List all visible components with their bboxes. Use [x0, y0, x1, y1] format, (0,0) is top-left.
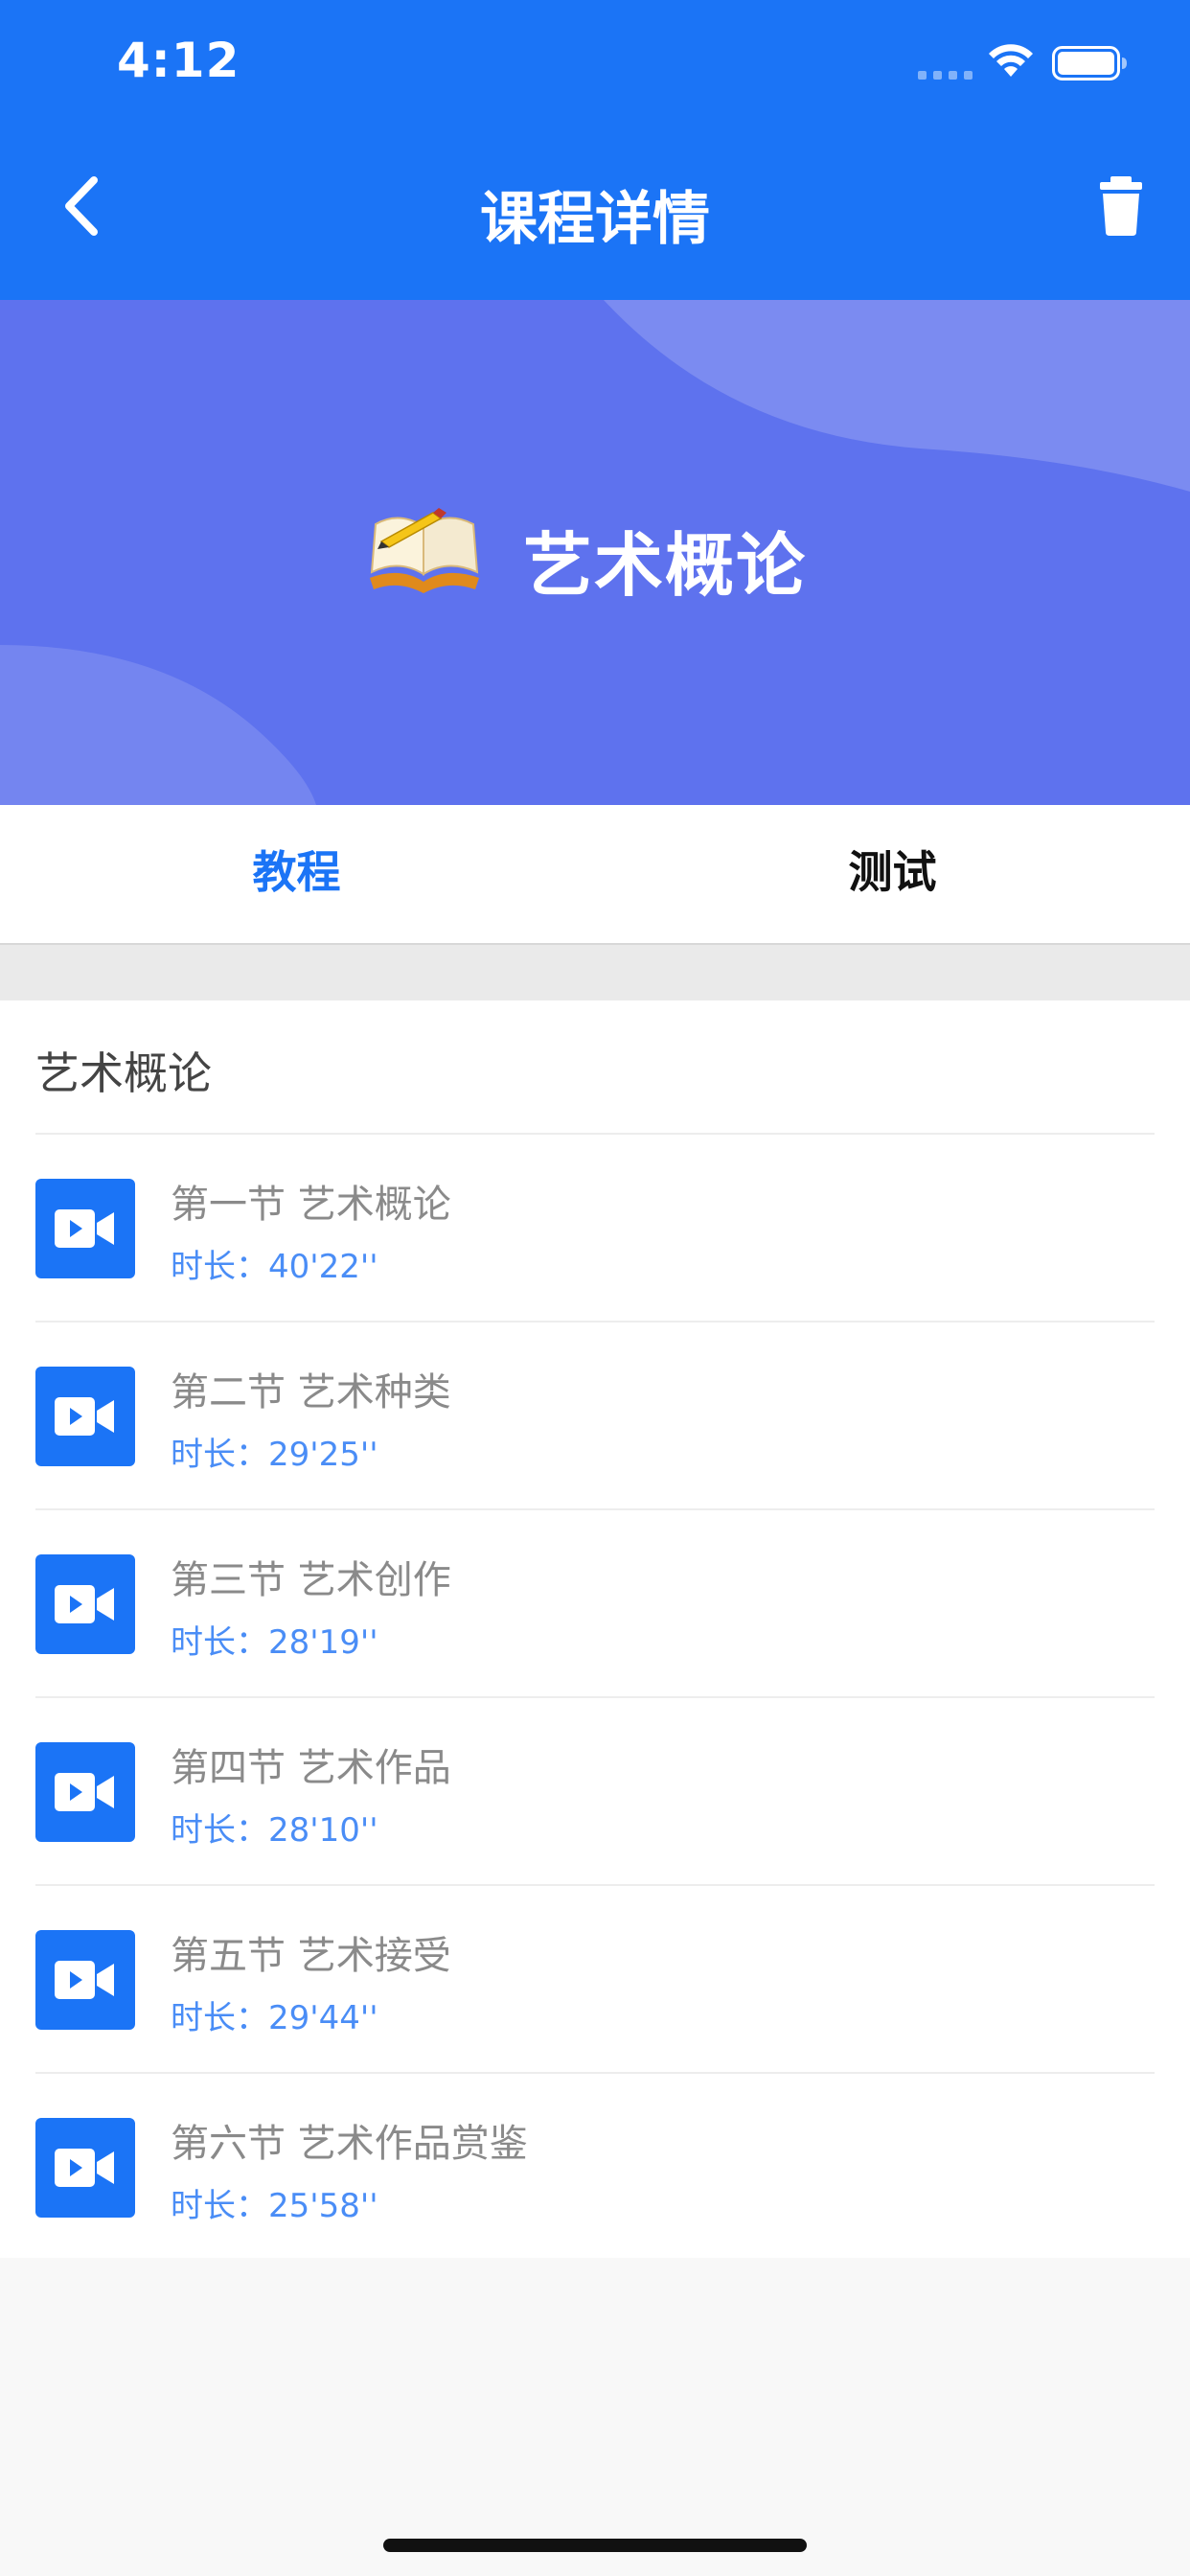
duration-label: 时长：: [171, 2187, 268, 2225]
lesson-title: 第三节 艺术创作: [171, 1558, 451, 1602]
video-camera-icon: [55, 1961, 114, 1999]
tab-tutorial[interactable]: 教程: [0, 805, 594, 943]
lesson-duration: 时长：29'25'': [171, 1428, 378, 1475]
video-thumbnail: [35, 1179, 135, 1278]
lesson-item[interactable]: 第五节 艺术接受 时长：29'44'': [0, 1886, 1190, 2074]
duration-value: 28'19'': [268, 1623, 378, 1662]
video-camera-icon: [55, 1585, 114, 1623]
video-thumbnail: [35, 2118, 135, 2218]
lesson-duration: 时长：40'22'': [171, 1240, 378, 1287]
book-icon: [370, 508, 479, 593]
course-banner: 艺术概论: [0, 300, 1190, 805]
duration-value: 29'25'': [268, 1436, 378, 1474]
video-camera-icon: [55, 2149, 114, 2187]
home-indicator[interactable]: [383, 2539, 807, 2552]
trash-icon: [1100, 176, 1142, 236]
signal-icon: [918, 71, 973, 80]
delete-button[interactable]: [1096, 176, 1146, 240]
section-gap: [0, 945, 1190, 1000]
video-thumbnail: [35, 1742, 135, 1842]
section-title: 艺术概论: [35, 1047, 212, 1099]
lesson-item[interactable]: 第四节 艺术作品 时长：28'10'': [0, 1698, 1190, 1886]
video-thumbnail: [35, 1930, 135, 2030]
lesson-duration: 时长：25'58'': [171, 2179, 378, 2226]
duration-value: 40'22'': [268, 1248, 378, 1286]
duration-value: 28'10'': [268, 1811, 378, 1850]
duration-label: 时长：: [171, 1811, 268, 1850]
video-camera-icon: [55, 1773, 114, 1811]
tab-test[interactable]: 测试: [595, 805, 1190, 943]
banner-title: 艺术概论: [523, 525, 808, 606]
video-thumbnail: [35, 1554, 135, 1654]
duration-label: 时长：: [171, 1436, 268, 1474]
lesson-title: 第二节 艺术种类: [171, 1370, 451, 1414]
lesson-item[interactable]: 第一节 艺术概论 时长：40'22'': [0, 1135, 1190, 1322]
battery-icon: [1052, 46, 1127, 80]
video-camera-icon: [55, 1397, 114, 1436]
lesson-duration: 时长：29'44'': [171, 1991, 378, 2038]
lesson-title: 第五节 艺术接受: [171, 1934, 451, 1978]
top-bar: 4:12 课程详情: [0, 0, 1190, 300]
lesson-duration: 时长：28'19'': [171, 1616, 378, 1663]
lesson-title: 第一节 艺术概论: [171, 1183, 451, 1227]
lesson-item[interactable]: 第六节 艺术作品赏鉴 时长：25'58'': [0, 2074, 1190, 2262]
lesson-item[interactable]: 第二节 艺术种类 时长：29'25'': [0, 1322, 1190, 1510]
lesson-title: 第四节 艺术作品: [171, 1746, 451, 1790]
page-title: 课程详情: [480, 186, 710, 253]
lesson-item[interactable]: 第三节 艺术创作 时长：28'19'': [0, 1510, 1190, 1698]
duration-label: 时长：: [171, 1999, 268, 2037]
duration-value: 29'44'': [268, 1999, 378, 2037]
video-camera-icon: [55, 1209, 114, 1248]
tab-bar: 教程 测试: [0, 805, 1190, 945]
lesson-title: 第六节 艺术作品赏鉴: [171, 2122, 528, 2166]
lesson-list: 艺术概论 第一节 艺术概论 时长：40'22'' 第二节 艺术种类 时长：29'…: [0, 1000, 1190, 2258]
duration-label: 时长：: [171, 1248, 268, 1286]
duration-value: 25'58'': [268, 2187, 378, 2225]
lesson-duration: 时长：28'10'': [171, 1804, 378, 1851]
wifi-icon: [989, 44, 1033, 77]
status-time: 4:12: [117, 33, 240, 88]
video-thumbnail: [35, 1367, 135, 1466]
duration-label: 时长：: [171, 1623, 268, 1662]
